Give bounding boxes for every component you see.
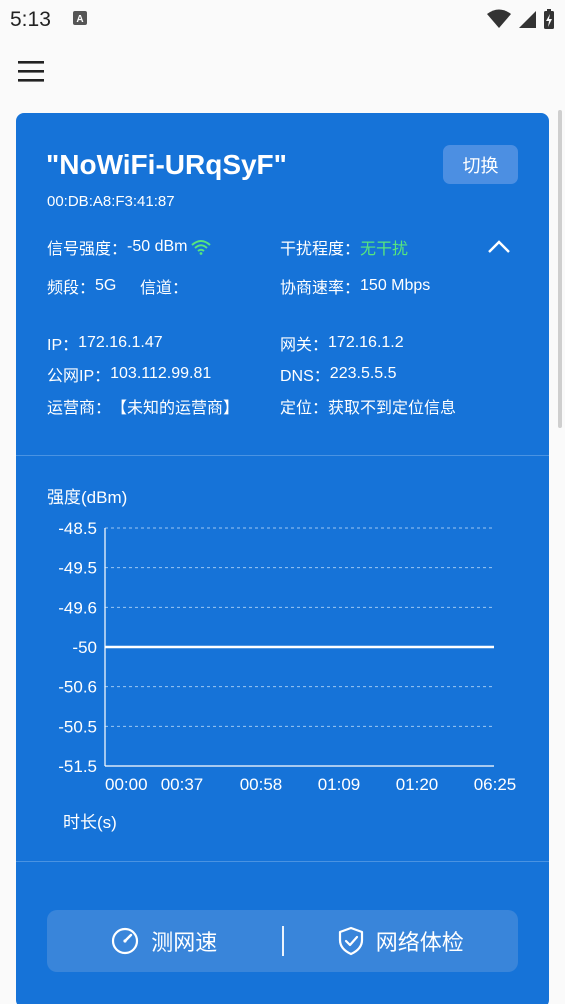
channel-row: 信道： [140, 274, 188, 298]
link-speed-label: 协商速率： [280, 280, 361, 297]
divider [16, 861, 549, 862]
signal-strength-value: -50 dBm [127, 238, 188, 255]
chevron-up-icon[interactable] [486, 235, 512, 259]
ip-row: IP： 172.16.1.47 [47, 331, 163, 355]
action-separator [281, 926, 284, 956]
scrollbar[interactable] [558, 110, 562, 428]
chart-y-tick-label: -50.5 [58, 717, 97, 736]
dns-label: DNS： [280, 368, 330, 385]
gateway-value: 172.16.1.2 [328, 334, 404, 351]
public-ip-value: 103.112.99.81 [110, 365, 212, 382]
band-value: 5G [95, 277, 117, 294]
hamburger-menu-icon[interactable] [16, 58, 46, 86]
interference-value: 无干扰 [360, 241, 409, 258]
carrier-value: 【未知的运营商】 [111, 400, 240, 417]
chart-x-tick-label: 00:37 [161, 775, 204, 794]
dns-row: DNS： 223.5.5.5 [280, 362, 397, 386]
chart-y-tick-label: -49.5 [58, 559, 97, 578]
carrier-row: 运营商： 【未知的运营商】 [47, 394, 239, 418]
chart-y-axis-label: 强度(dBm) [47, 488, 128, 507]
wifi-icon [487, 9, 511, 34]
status-icons [487, 8, 555, 35]
signal-strength-chart: -48.5 -49.5 -49.6 -50 -50.6 -50.5 -51.5 00:00 00… [58, 519, 517, 794]
chart-x-tick-label: 01:09 [318, 775, 361, 794]
ssid-title: "NoWiFi-URqSyF" [46, 149, 287, 180]
svg-text:A: A [76, 14, 83, 25]
ip-label: IP： [47, 337, 79, 354]
shield-check-icon [338, 926, 364, 956]
chart-x-tick-label: 06:25 [474, 775, 517, 794]
action-bar: 测网速 网络体检 [47, 910, 518, 972]
divider [16, 455, 549, 456]
band-label: 频段： [47, 280, 96, 297]
channel-label: 信道： [140, 280, 189, 297]
chart-x-axis-label: 时长(s) [63, 813, 117, 832]
chart-y-tick-label: -50 [72, 638, 97, 657]
wifi-info-card: "NoWiFi-URqSyF" 00:DB:A8:F3:41:87 切换 信号强… [16, 113, 549, 1004]
chart-x-tick-label: 01:20 [396, 775, 439, 794]
text-notification-icon: A [73, 11, 87, 30]
signal-strength-label: 信号强度： [47, 241, 128, 258]
speedometer-icon [111, 927, 139, 955]
gateway-label: 网关： [280, 337, 329, 354]
band-row: 频段： 5G [47, 274, 116, 298]
speed-test-button[interactable]: 测网速 [47, 910, 282, 972]
location-value: 获取不到定位信息 [328, 400, 457, 417]
network-check-label: 网络体检 [375, 930, 464, 955]
public-ip-row: 公网IP： 103.112.99.81 [47, 362, 211, 386]
link-speed-row: 协商速率： 150 Mbps [280, 274, 430, 298]
chart-y-tick-label: -49.6 [58, 598, 97, 617]
status-bar: 5:13 A [0, 0, 565, 40]
location-label: 定位： [280, 400, 329, 417]
interference-row: 干扰程度： 无干扰 [280, 235, 408, 259]
chart-y-tick-label: -50.6 [58, 678, 97, 697]
link-speed-value: 150 Mbps [360, 277, 431, 294]
carrier-label: 运营商： [47, 400, 112, 417]
chart-x-tick-label: 00:58 [240, 775, 283, 794]
battery-charging-icon [543, 8, 555, 35]
public-ip-label: 公网IP： [47, 368, 111, 385]
gateway-row: 网关： 172.16.1.2 [280, 331, 404, 355]
interference-label: 干扰程度： [280, 241, 361, 258]
dns-value: 223.5.5.5 [329, 365, 397, 382]
network-check-button[interactable]: 网络体检 [284, 910, 519, 972]
speed-test-label: 测网速 [151, 930, 218, 955]
location-row: 定位： 获取不到定位信息 [280, 394, 456, 418]
status-time: 5:13 [10, 8, 51, 31]
chart-x-tick-label: 00:00 [105, 775, 148, 794]
ip-value: 172.16.1.47 [78, 334, 163, 351]
chart-y-tick-label: -48.5 [58, 519, 97, 538]
cellular-signal-icon [517, 9, 537, 34]
wifi-signal-icon [191, 239, 212, 255]
chart-y-tick-label: -51.5 [58, 757, 97, 776]
switch-button[interactable]: 切换 [443, 145, 518, 184]
signal-strength-row: 信号强度： -50 dBm [47, 235, 212, 259]
mac-address: 00:DB:A8:F3:41:87 [47, 193, 175, 210]
